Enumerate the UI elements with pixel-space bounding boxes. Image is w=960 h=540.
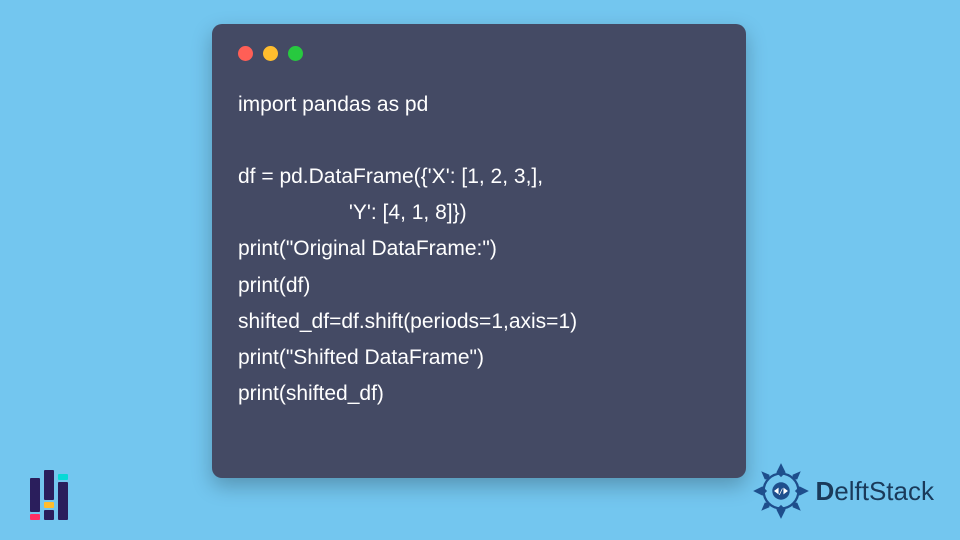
code-block: import pandas as pd df = pd.DataFrame({'… [238, 87, 720, 412]
brand-area: / DelftStack [752, 462, 935, 520]
code-card: import pandas as pd df = pd.DataFrame({'… [212, 24, 746, 478]
brand-text-bold: D [816, 476, 835, 506]
window-minimize-icon [263, 46, 278, 61]
window-maximize-icon [288, 46, 303, 61]
window-controls [238, 46, 720, 61]
left-logo-icon [30, 470, 74, 520]
brand-flower-icon: / [752, 462, 810, 520]
brand-text-rest: elftStack [834, 476, 934, 506]
brand-text: DelftStack [816, 476, 935, 507]
svg-text:/: / [778, 486, 783, 496]
window-close-icon [238, 46, 253, 61]
